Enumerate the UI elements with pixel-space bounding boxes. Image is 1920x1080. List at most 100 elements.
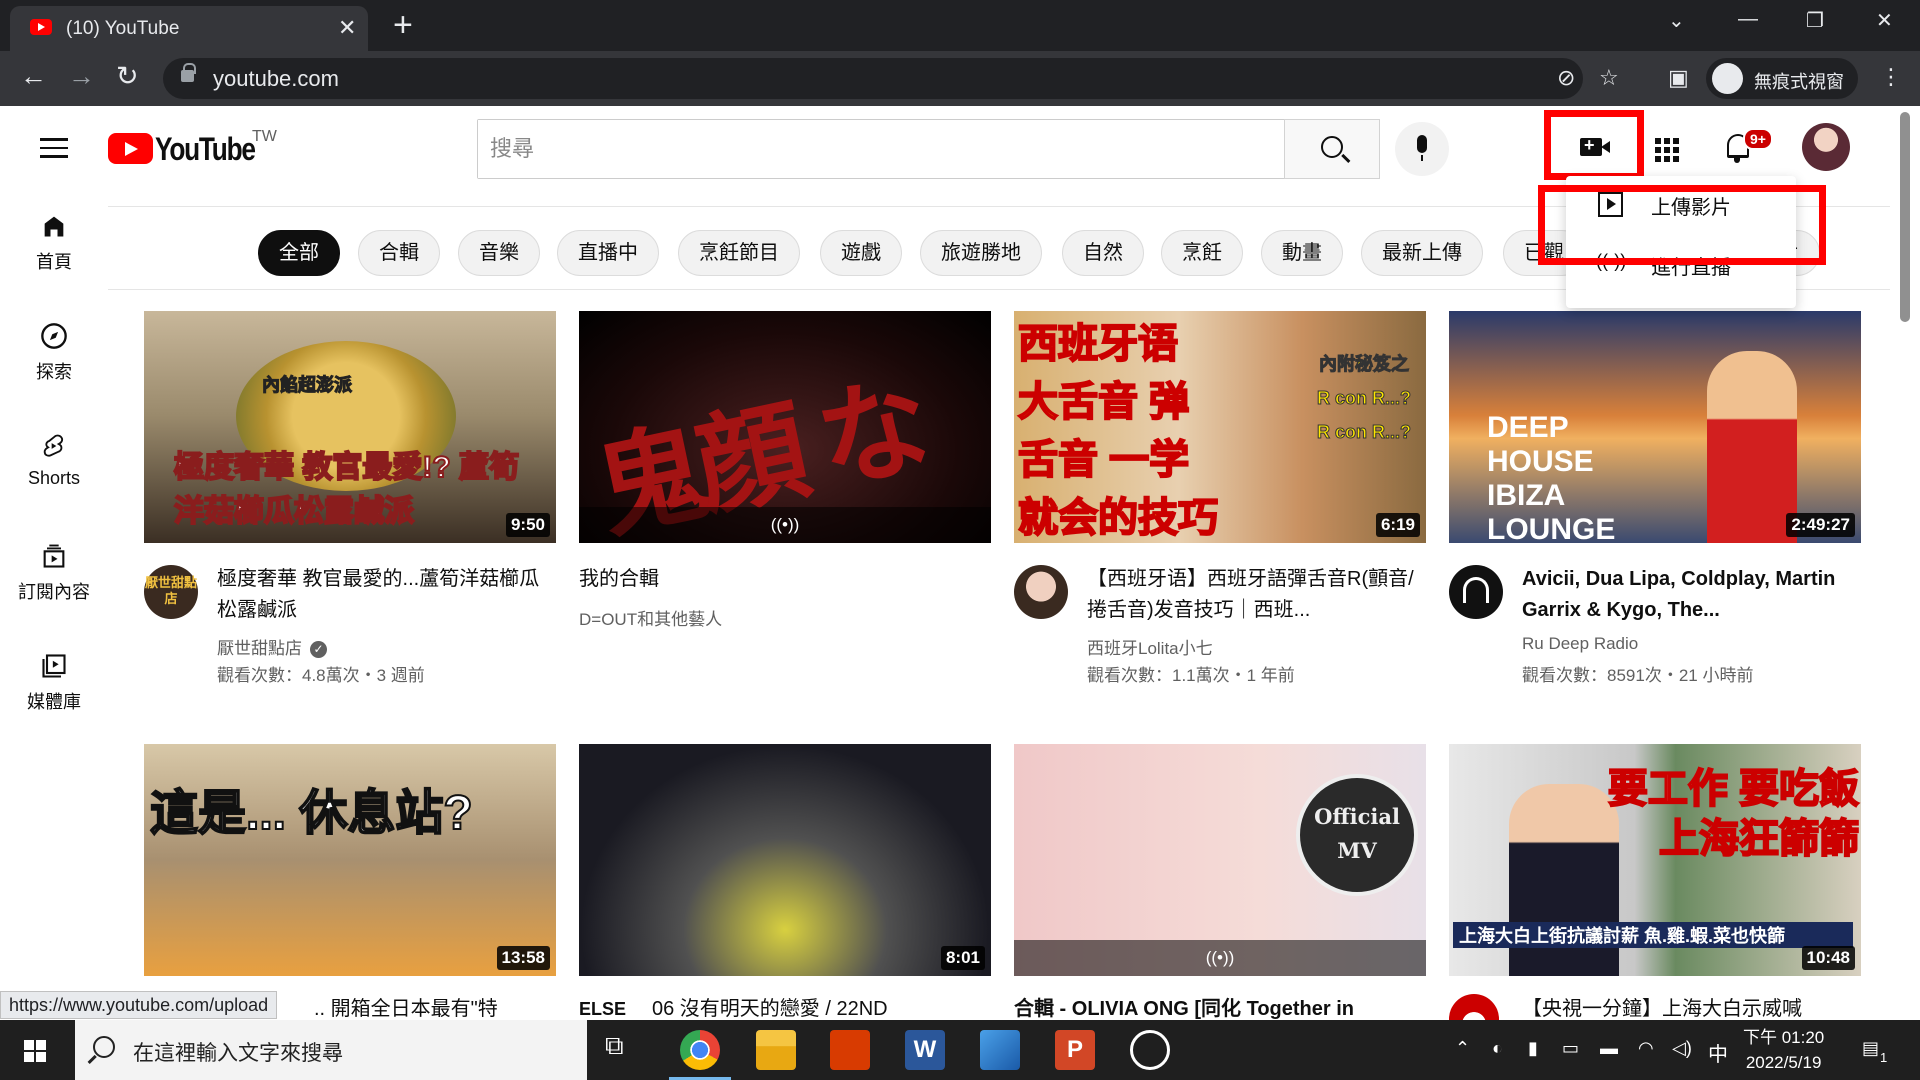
minimize-icon[interactable]: — bbox=[1738, 8, 1758, 31]
photos-app-icon[interactable] bbox=[980, 1030, 1020, 1070]
sidebar-item-subscriptions[interactable]: 訂閱內容 bbox=[0, 524, 108, 624]
channel-name[interactable]: 西班牙Lolita小七 bbox=[1087, 634, 1213, 659]
search-icon bbox=[93, 1036, 115, 1058]
tray-monitor-icon[interactable]: ▭ bbox=[1562, 1038, 1579, 1059]
sidebar-item-home[interactable]: 首頁 bbox=[0, 194, 108, 294]
chip-nature[interactable]: 自然 bbox=[1062, 230, 1144, 276]
sidebar-item-shorts[interactable]: Shorts bbox=[0, 414, 108, 514]
task-view-icon[interactable]: ⧉ bbox=[605, 1030, 645, 1070]
battery-icon[interactable]: ▬ bbox=[1600, 1038, 1618, 1059]
channel-avatar[interactable]: 厭世甜點店 bbox=[144, 565, 198, 619]
video-title[interactable]: 【西班牙语】西班牙語彈舌音R(顫音/捲舌音)发音技巧｜西班... bbox=[1087, 564, 1427, 626]
video-title[interactable]: 我的合輯 bbox=[579, 564, 919, 595]
video-thumbnail[interactable]: 極度奢華 教官最愛!? 蘆筍洋菇櫛瓜松露鹹派 內餡超澎派 9:50 bbox=[144, 311, 556, 543]
voice-search-button[interactable] bbox=[1395, 122, 1449, 176]
video-title[interactable]: .. 開箱全日本最有"特 bbox=[314, 994, 614, 1020]
sidebar-item-label: 首頁 bbox=[36, 252, 72, 272]
search-button[interactable] bbox=[1284, 119, 1380, 179]
video-title[interactable]: 極度奢華 教官最愛的...蘆筍洋菇櫛瓜松露鹹派 bbox=[217, 564, 557, 626]
channel-avatar[interactable] bbox=[1449, 565, 1503, 619]
window-close-icon[interactable]: ✕ bbox=[1876, 8, 1893, 33]
chip-travel[interactable]: 旅遊勝地 bbox=[920, 230, 1042, 276]
tray-expand-icon[interactable]: ⌃ bbox=[1455, 1038, 1470, 1059]
video-meta: 觀看次數：4.8萬次・3 週前 bbox=[217, 666, 425, 685]
back-icon[interactable]: ← bbox=[20, 61, 47, 92]
live-radio-icon: ((•)) bbox=[770, 515, 800, 534]
browser-menu-icon[interactable]: ⋮ bbox=[1880, 64, 1902, 90]
chip-recently-uploaded[interactable]: 最新上傳 bbox=[1361, 230, 1483, 276]
chip-cooking-shows[interactable]: 烹飪節目 bbox=[678, 230, 800, 276]
news-caption: 上海大白上街抗議討薪 魚.雞.蝦.菜也快篩 bbox=[1453, 922, 1853, 948]
video-title[interactable]: 06 沒有明天的戀愛 / 22ND bbox=[652, 994, 992, 1020]
youtube-apps-icon[interactable] bbox=[1655, 138, 1679, 162]
tray-app-icon[interactable]: ◐ bbox=[1492, 1038, 1503, 1059]
chip-gaming[interactable]: 遊戲 bbox=[820, 230, 902, 276]
region-code: TW bbox=[252, 128, 277, 145]
scrollbar-thumb[interactable] bbox=[1900, 112, 1910, 322]
word-app-icon[interactable]: W bbox=[905, 1030, 945, 1070]
youtube-logo-icon[interactable] bbox=[108, 133, 153, 164]
obs-app-icon[interactable] bbox=[1130, 1030, 1170, 1070]
browser-tab[interactable]: (10) YouTube ✕ bbox=[10, 6, 368, 51]
guide-menu-icon[interactable] bbox=[40, 138, 68, 158]
video-title[interactable]: Avicii, Dua Lipa, Coldplay, Martin Garri… bbox=[1522, 564, 1862, 626]
sidebar-item-explore[interactable]: 探索 bbox=[0, 304, 108, 404]
channel-avatar[interactable] bbox=[1014, 565, 1068, 619]
powerpoint-app-icon[interactable]: P bbox=[1055, 1030, 1095, 1070]
windows-start-icon[interactable] bbox=[24, 1040, 46, 1062]
search-field[interactable] bbox=[477, 119, 1285, 179]
video-title[interactable]: 合輯 - OLIVIA ONG [同化 Together in bbox=[1014, 994, 1354, 1020]
chip-cooking[interactable]: 烹飪 bbox=[1161, 230, 1243, 276]
notification-center-icon[interactable]: ▤ bbox=[1862, 1038, 1879, 1059]
youtube-logo-text[interactable]: YouTube bbox=[155, 131, 256, 168]
chip-animation[interactable]: 動畫 bbox=[1261, 230, 1343, 276]
lock-icon[interactable] bbox=[181, 63, 196, 82]
channel-name[interactable]: D=OUT和其他藝人 bbox=[579, 605, 722, 630]
reload-icon[interactable]: ↻ bbox=[116, 61, 139, 92]
video-thumbnail[interactable]: 要工作 要吃飯 上海狂篩篩 上海大白上街抗議討薪 魚.雞.蝦.菜也快篩 10:4… bbox=[1449, 744, 1861, 976]
forward-icon[interactable]: → bbox=[68, 61, 95, 92]
chip-all[interactable]: 全部 bbox=[258, 230, 340, 276]
account-avatar[interactable] bbox=[1802, 123, 1850, 171]
channel-name[interactable]: Ru Deep Radio bbox=[1522, 634, 1638, 654]
url-text[interactable]: youtube.com bbox=[213, 66, 339, 92]
chip-music[interactable]: 音樂 bbox=[458, 230, 540, 276]
chrome-app-icon[interactable] bbox=[669, 1030, 731, 1080]
restore-icon[interactable]: ❐ bbox=[1806, 8, 1824, 33]
tracking-blocked-icon[interactable]: ⊘ bbox=[1557, 65, 1575, 91]
video-thumbnail[interactable]: 這是... 休息站? 13:58 bbox=[144, 744, 556, 976]
channel-name[interactable]: 厭世甜點店 ✓ bbox=[217, 634, 327, 659]
page-scrollbar[interactable] bbox=[1890, 106, 1920, 1020]
channel-avatar[interactable] bbox=[1449, 994, 1499, 1020]
channel-logo[interactable]: ELSE bbox=[579, 994, 639, 1020]
file-explorer-icon[interactable] bbox=[756, 1030, 796, 1070]
new-tab-icon[interactable]: + bbox=[393, 6, 413, 45]
video-thumbnail[interactable]: 西班牙语 大舌音 弹舌音 一学就会的技巧 內附秘笈之 R con R...? R… bbox=[1014, 311, 1426, 543]
incognito-icon bbox=[1712, 63, 1743, 94]
mix-playlist-bar: ((•)) bbox=[1014, 940, 1426, 976]
mini-guide: 首頁 探索 Shorts 訂閱內容 媒體庫 bbox=[0, 186, 108, 1020]
microphone-tray-icon[interactable]: ▮ bbox=[1528, 1038, 1538, 1059]
side-panel-icon[interactable]: ▣ bbox=[1668, 65, 1689, 91]
wifi-icon[interactable]: ◠ bbox=[1638, 1038, 1654, 1059]
tab-close-icon[interactable]: ✕ bbox=[338, 15, 356, 41]
chip-mixes[interactable]: 合輯 bbox=[358, 230, 440, 276]
taskbar-clock[interactable]: 下午 01:20 2022/5/19 bbox=[1743, 1025, 1824, 1075]
tab-search-chevron-icon[interactable]: ⌄ bbox=[1668, 8, 1685, 33]
chip-live[interactable]: 直播中 bbox=[557, 230, 659, 276]
address-bar[interactable]: youtube.com ⊘ ☆ bbox=[163, 58, 1619, 99]
channel-name-text[interactable]: 厭世甜點店 bbox=[217, 639, 302, 658]
video-thumbnail[interactable]: Official MV ((•)) bbox=[1014, 744, 1426, 976]
video-thumbnail[interactable]: 鬼顔 なんてね ((•)) bbox=[579, 311, 991, 543]
ime-indicator[interactable]: 中 bbox=[1708, 1038, 1728, 1067]
video-thumbnail[interactable]: DEEP HOUSE IBIZA LOUNGE 2:49:27 bbox=[1449, 311, 1861, 543]
office-app-icon[interactable] bbox=[830, 1030, 870, 1070]
volume-icon[interactable]: ◁) bbox=[1672, 1038, 1692, 1059]
sidebar-item-library[interactable]: 媒體庫 bbox=[0, 634, 108, 734]
bookmark-star-icon[interactable]: ☆ bbox=[1599, 65, 1619, 91]
search-input[interactable] bbox=[478, 120, 1284, 178]
taskbar-search-box[interactable]: 在這裡輸入文字來搜尋 bbox=[75, 1020, 587, 1080]
incognito-profile-button[interactable]: 無痕式視窗 bbox=[1706, 58, 1858, 99]
video-title[interactable]: 【央視一分鐘】上海大白示威喊 bbox=[1522, 994, 1862, 1020]
video-thumbnail[interactable]: 8:01 bbox=[579, 744, 991, 976]
